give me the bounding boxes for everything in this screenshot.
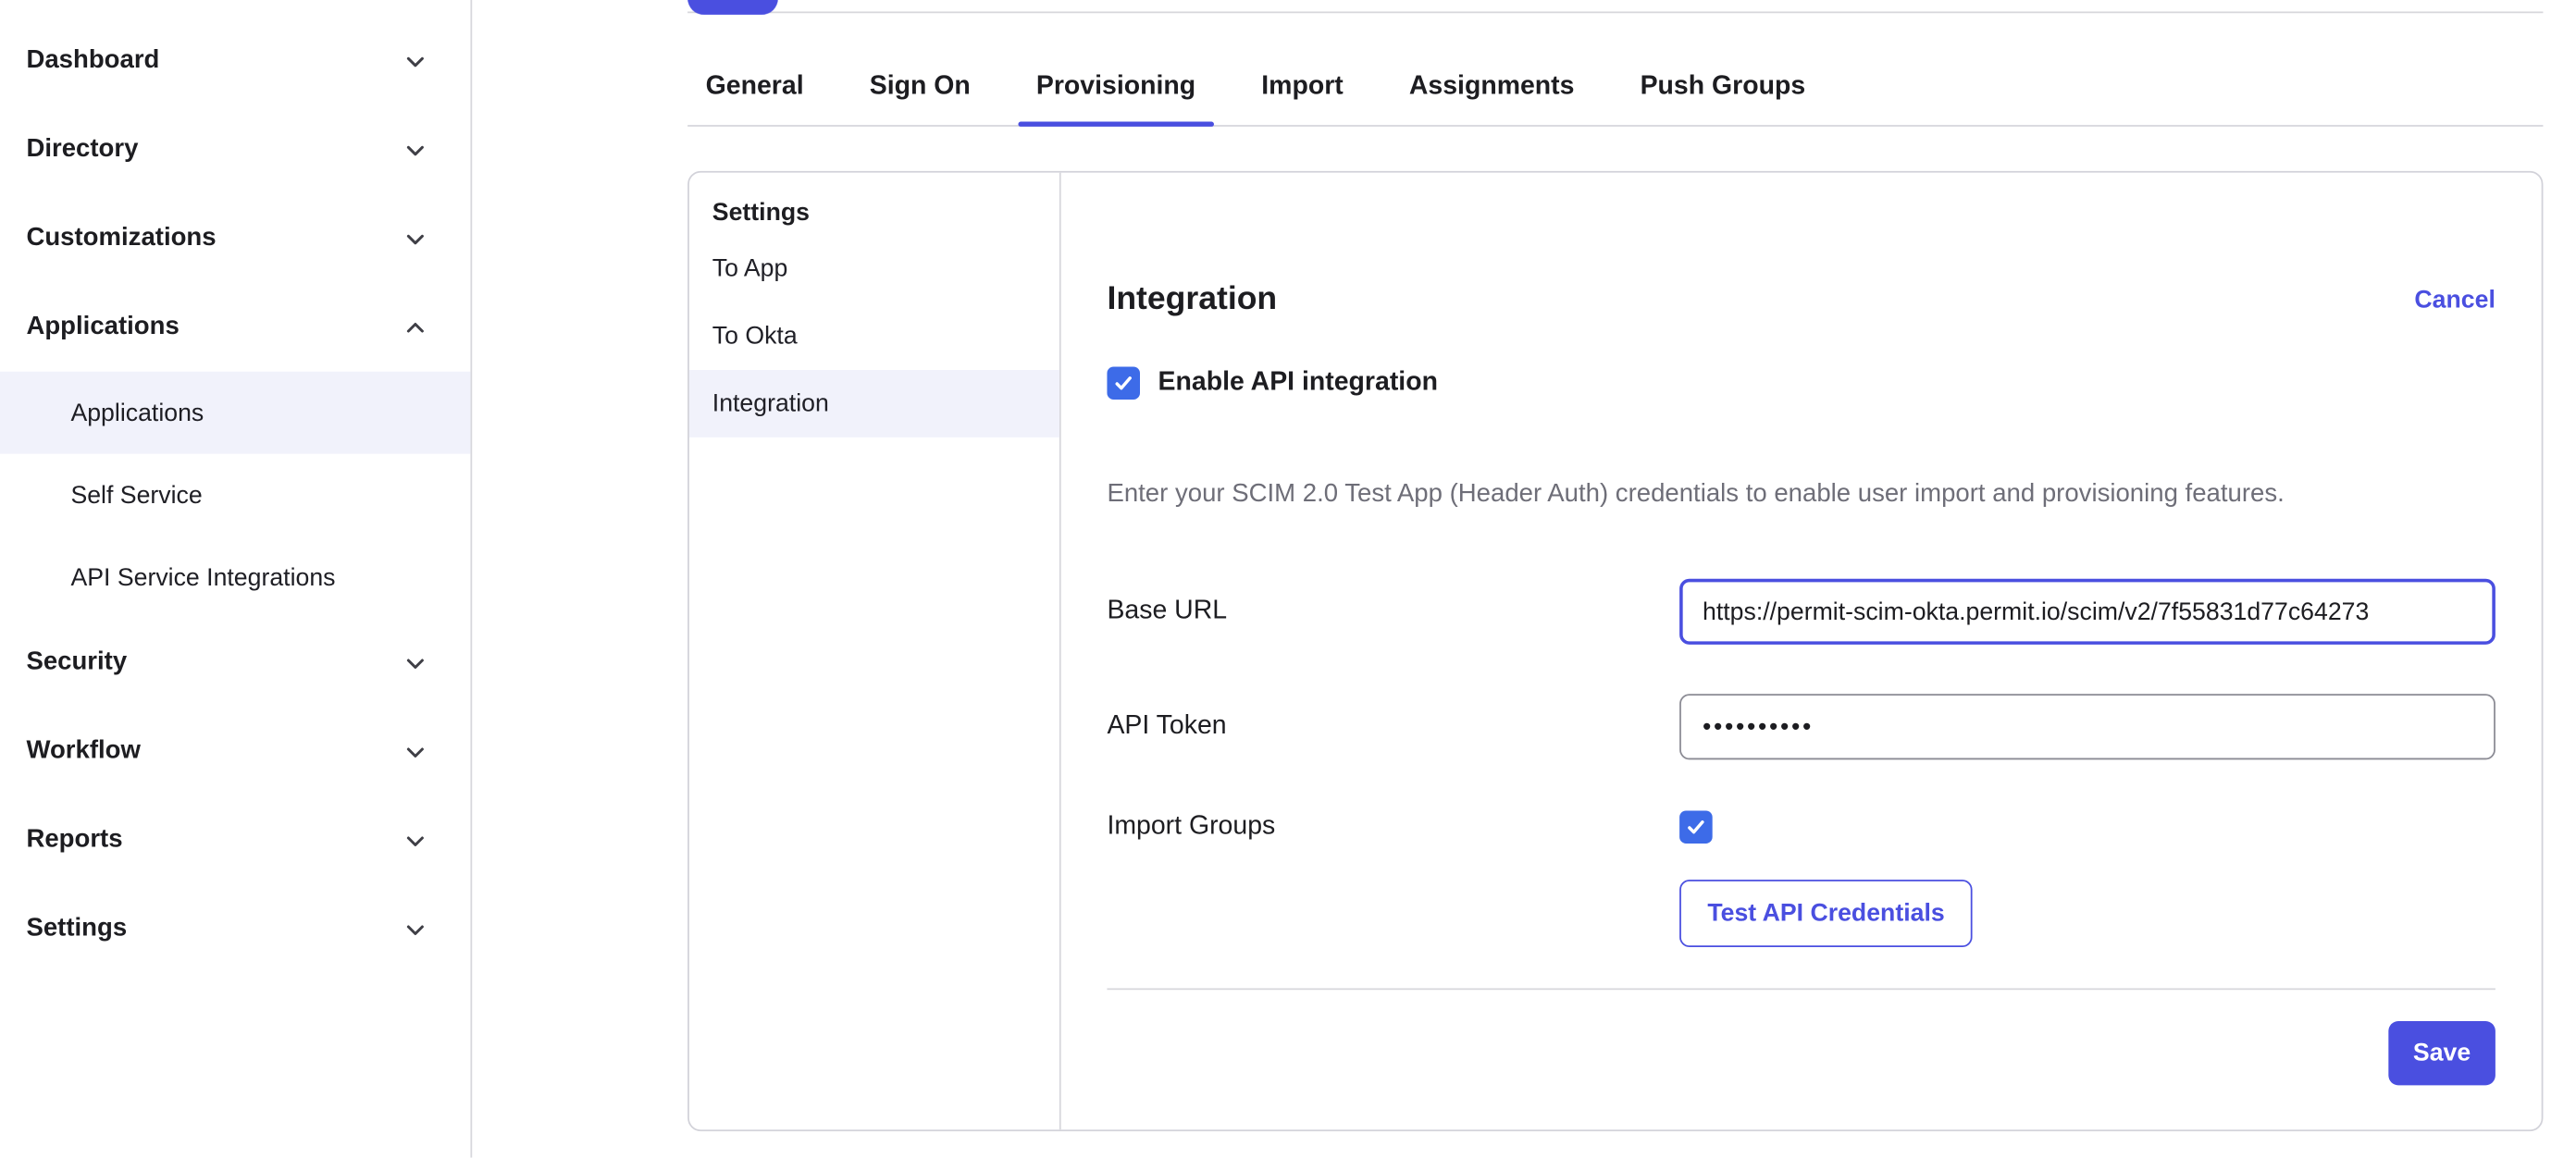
sidebar-item-label: Workflow xyxy=(26,736,141,766)
okta-admin-console: Dashboard Directory Customizations Appli… xyxy=(0,0,2576,1158)
base-url-row: Base URL xyxy=(1107,579,2495,645)
sidebar-item-reports[interactable]: Reports xyxy=(0,795,470,884)
tab-assignments[interactable]: Assignments xyxy=(1391,70,1592,125)
tab-general[interactable]: General xyxy=(687,70,822,125)
test-credentials-row: Test API Credentials xyxy=(1107,880,2495,947)
api-token-row: API Token xyxy=(1107,694,2495,759)
sidebar-item-customizations[interactable]: Customizations xyxy=(0,194,470,283)
sidebar-item-label: Customizations xyxy=(26,224,216,253)
sidebar-item-applications[interactable]: Applications xyxy=(0,283,470,372)
chevron-down-icon xyxy=(403,650,428,675)
sidebar-item-label: Security xyxy=(26,647,127,677)
save-row: Save xyxy=(1107,1021,2495,1085)
test-api-credentials-button[interactable]: Test API Credentials xyxy=(1679,880,1973,947)
tab-label: Import xyxy=(1261,72,1344,100)
sidebar-item-label: Applications xyxy=(70,399,204,426)
app-logo xyxy=(687,0,778,15)
sidebar-item-label: Applications xyxy=(26,313,179,342)
subnav-item-to-okta[interactable]: To Okta xyxy=(689,302,1059,370)
main-content: General Sign On Provisioning Import Assi… xyxy=(472,0,2576,1158)
sidebar-item-label: Settings xyxy=(26,914,127,943)
tab-sign-on[interactable]: Sign On xyxy=(851,70,988,125)
sidebar-item-settings[interactable]: Settings xyxy=(0,884,470,973)
tab-label: Provisioning xyxy=(1036,72,1195,100)
subnav-item-label: To Okta xyxy=(712,322,798,350)
enable-api-label: Enable API integration xyxy=(1158,368,1438,398)
chevron-down-icon xyxy=(403,828,428,853)
provisioning-subnav: Settings To App To Okta Integration xyxy=(689,173,1061,1130)
base-url-input[interactable] xyxy=(1679,579,2496,645)
api-token-label: API Token xyxy=(1107,712,1679,742)
sidebar-item-label: Directory xyxy=(26,135,138,165)
chevron-down-icon xyxy=(403,48,428,73)
credentials-description: Enter your SCIM 2.0 Test App (Header Aut… xyxy=(1107,477,2495,513)
chevron-up-icon xyxy=(403,314,428,339)
sidebar-applications-children: Applications Self Service API Service In… xyxy=(0,372,470,619)
integration-panel: Integration Cancel Enable API integratio… xyxy=(1061,173,2542,1130)
panel-header: Integration Cancel xyxy=(1107,277,2495,320)
base-url-label: Base URL xyxy=(1107,597,1679,626)
chevron-down-icon xyxy=(403,226,428,251)
api-token-input[interactable] xyxy=(1679,694,2496,759)
sidebar-item-label: Reports xyxy=(26,825,122,855)
sidebar-item-label: API Service Integrations xyxy=(70,563,335,591)
sidebar-item-dashboard[interactable]: Dashboard xyxy=(0,17,470,105)
sidebar-item-label: Self Service xyxy=(70,481,202,509)
subnav-item-label: Integration xyxy=(712,389,829,417)
subnav-item-to-app[interactable]: To App xyxy=(689,235,1059,302)
enable-api-row: Enable API integration xyxy=(1107,366,2495,400)
tab-provisioning[interactable]: Provisioning xyxy=(1018,70,1213,125)
sidebar-item-security[interactable]: Security xyxy=(0,618,470,707)
tab-label: General xyxy=(706,72,804,100)
subnav-item-label: To App xyxy=(712,255,788,283)
panel-divider xyxy=(1107,988,2495,990)
sidebar-item-api-service-integrations[interactable]: API Service Integrations xyxy=(0,536,470,619)
save-button[interactable]: Save xyxy=(2388,1021,2496,1085)
chevron-down-icon xyxy=(403,137,428,162)
tab-push-groups[interactable]: Push Groups xyxy=(1622,70,1824,125)
tab-label: Push Groups xyxy=(1641,72,1806,100)
subnav-header: Settings xyxy=(689,189,1059,235)
import-groups-checkbox[interactable] xyxy=(1679,810,1713,844)
sidebar: Dashboard Directory Customizations Appli… xyxy=(0,0,472,1158)
app-header-remnant xyxy=(687,0,2543,13)
tab-label: Sign On xyxy=(870,72,971,100)
sidebar-item-self-service[interactable]: Self Service xyxy=(0,454,470,536)
import-groups-label: Import Groups xyxy=(1107,812,1679,842)
chevron-down-icon xyxy=(403,739,428,764)
check-icon xyxy=(1684,816,1707,839)
sidebar-item-directory[interactable]: Directory xyxy=(0,105,470,194)
enable-api-checkbox[interactable] xyxy=(1107,366,1140,400)
sidebar-item-label: Dashboard xyxy=(26,46,159,76)
sidebar-item-applications-applications[interactable]: Applications xyxy=(0,372,470,454)
tab-label: Assignments xyxy=(1409,72,1575,100)
check-icon xyxy=(1112,372,1135,395)
provisioning-card: Settings To App To Okta Integration Inte… xyxy=(687,171,2543,1131)
cancel-link[interactable]: Cancel xyxy=(2414,285,2495,313)
subnav-item-integration[interactable]: Integration xyxy=(689,370,1059,437)
sidebar-item-workflow[interactable]: Workflow xyxy=(0,707,470,795)
app-tabs: General Sign On Provisioning Import Assi… xyxy=(687,13,2543,127)
tab-import[interactable]: Import xyxy=(1244,70,1362,125)
import-groups-row: Import Groups xyxy=(1107,810,2495,844)
chevron-down-icon xyxy=(403,917,428,942)
page-title: Integration xyxy=(1107,277,1277,320)
